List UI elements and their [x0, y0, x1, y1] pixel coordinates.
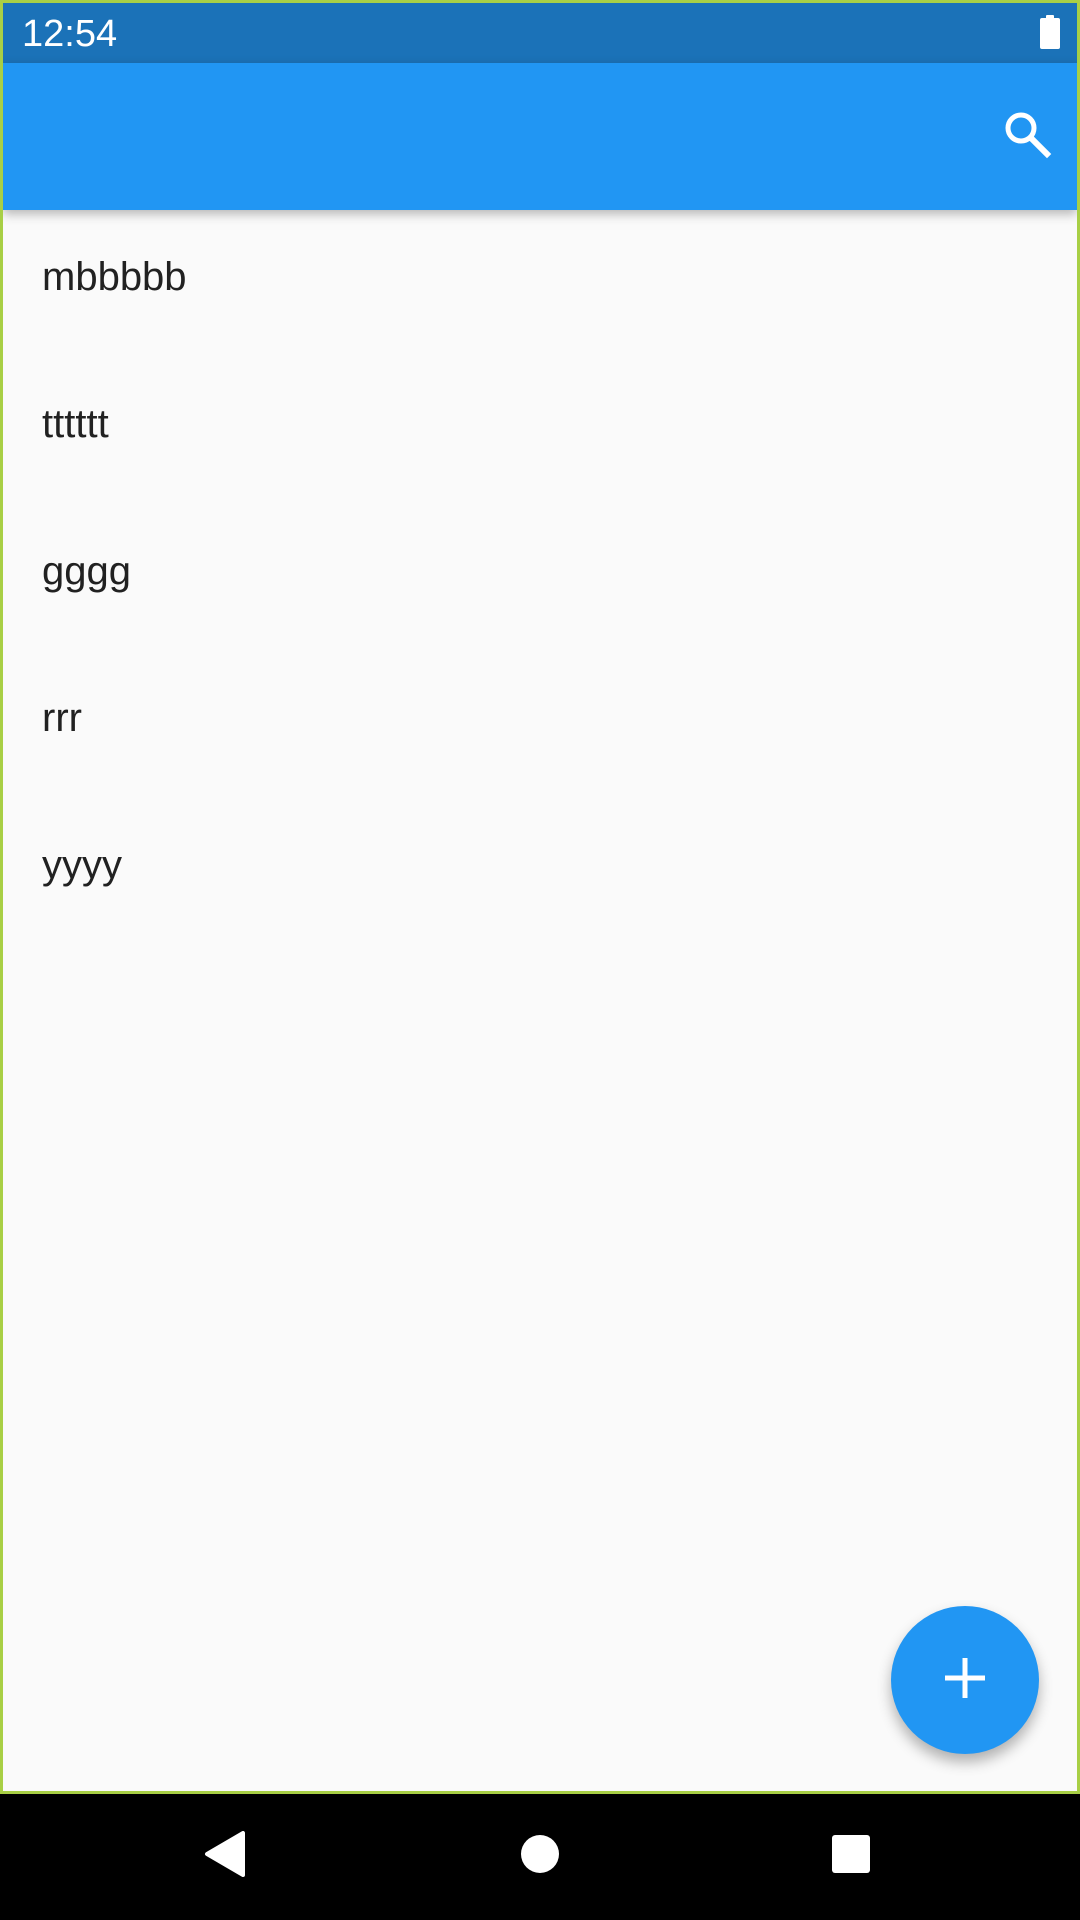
list-item-label: rrr: [42, 696, 82, 740]
back-button[interactable]: [193, 1824, 257, 1888]
list-item-label: mbbbbb: [42, 255, 187, 299]
list-item-label: tttttt: [42, 402, 109, 446]
add-button[interactable]: [891, 1606, 1039, 1754]
list-item[interactable]: tttttt: [3, 357, 1077, 504]
list-item-label: gggg: [42, 549, 131, 593]
search-button[interactable]: [997, 106, 1057, 166]
app-screen: 12:54 mbbbbb tttttt gggg rrr yyyy: [0, 0, 1080, 1794]
status-time: 12:54: [22, 13, 118, 55]
list-item-label: yyyy: [42, 843, 122, 887]
home-circle-icon: [520, 1834, 560, 1879]
recents-button[interactable]: [819, 1824, 883, 1888]
back-triangle-icon: [203, 1830, 247, 1882]
navigation-bar: [0, 1794, 1080, 1920]
list-item[interactable]: rrr: [3, 651, 1077, 798]
app-bar: [3, 63, 1077, 210]
list-item[interactable]: yyyy: [3, 798, 1077, 945]
list-item[interactable]: mbbbbb: [3, 210, 1077, 357]
battery-full-icon: [1040, 15, 1060, 49]
recents-square-icon: [831, 1834, 871, 1879]
home-button[interactable]: [508, 1824, 572, 1888]
item-list: mbbbbb tttttt gggg rrr yyyy: [3, 210, 1077, 945]
plus-icon: [943, 1656, 987, 1705]
status-bar: 12:54: [3, 3, 1077, 63]
list-item[interactable]: gggg: [3, 504, 1077, 651]
search-icon: [1001, 108, 1053, 165]
